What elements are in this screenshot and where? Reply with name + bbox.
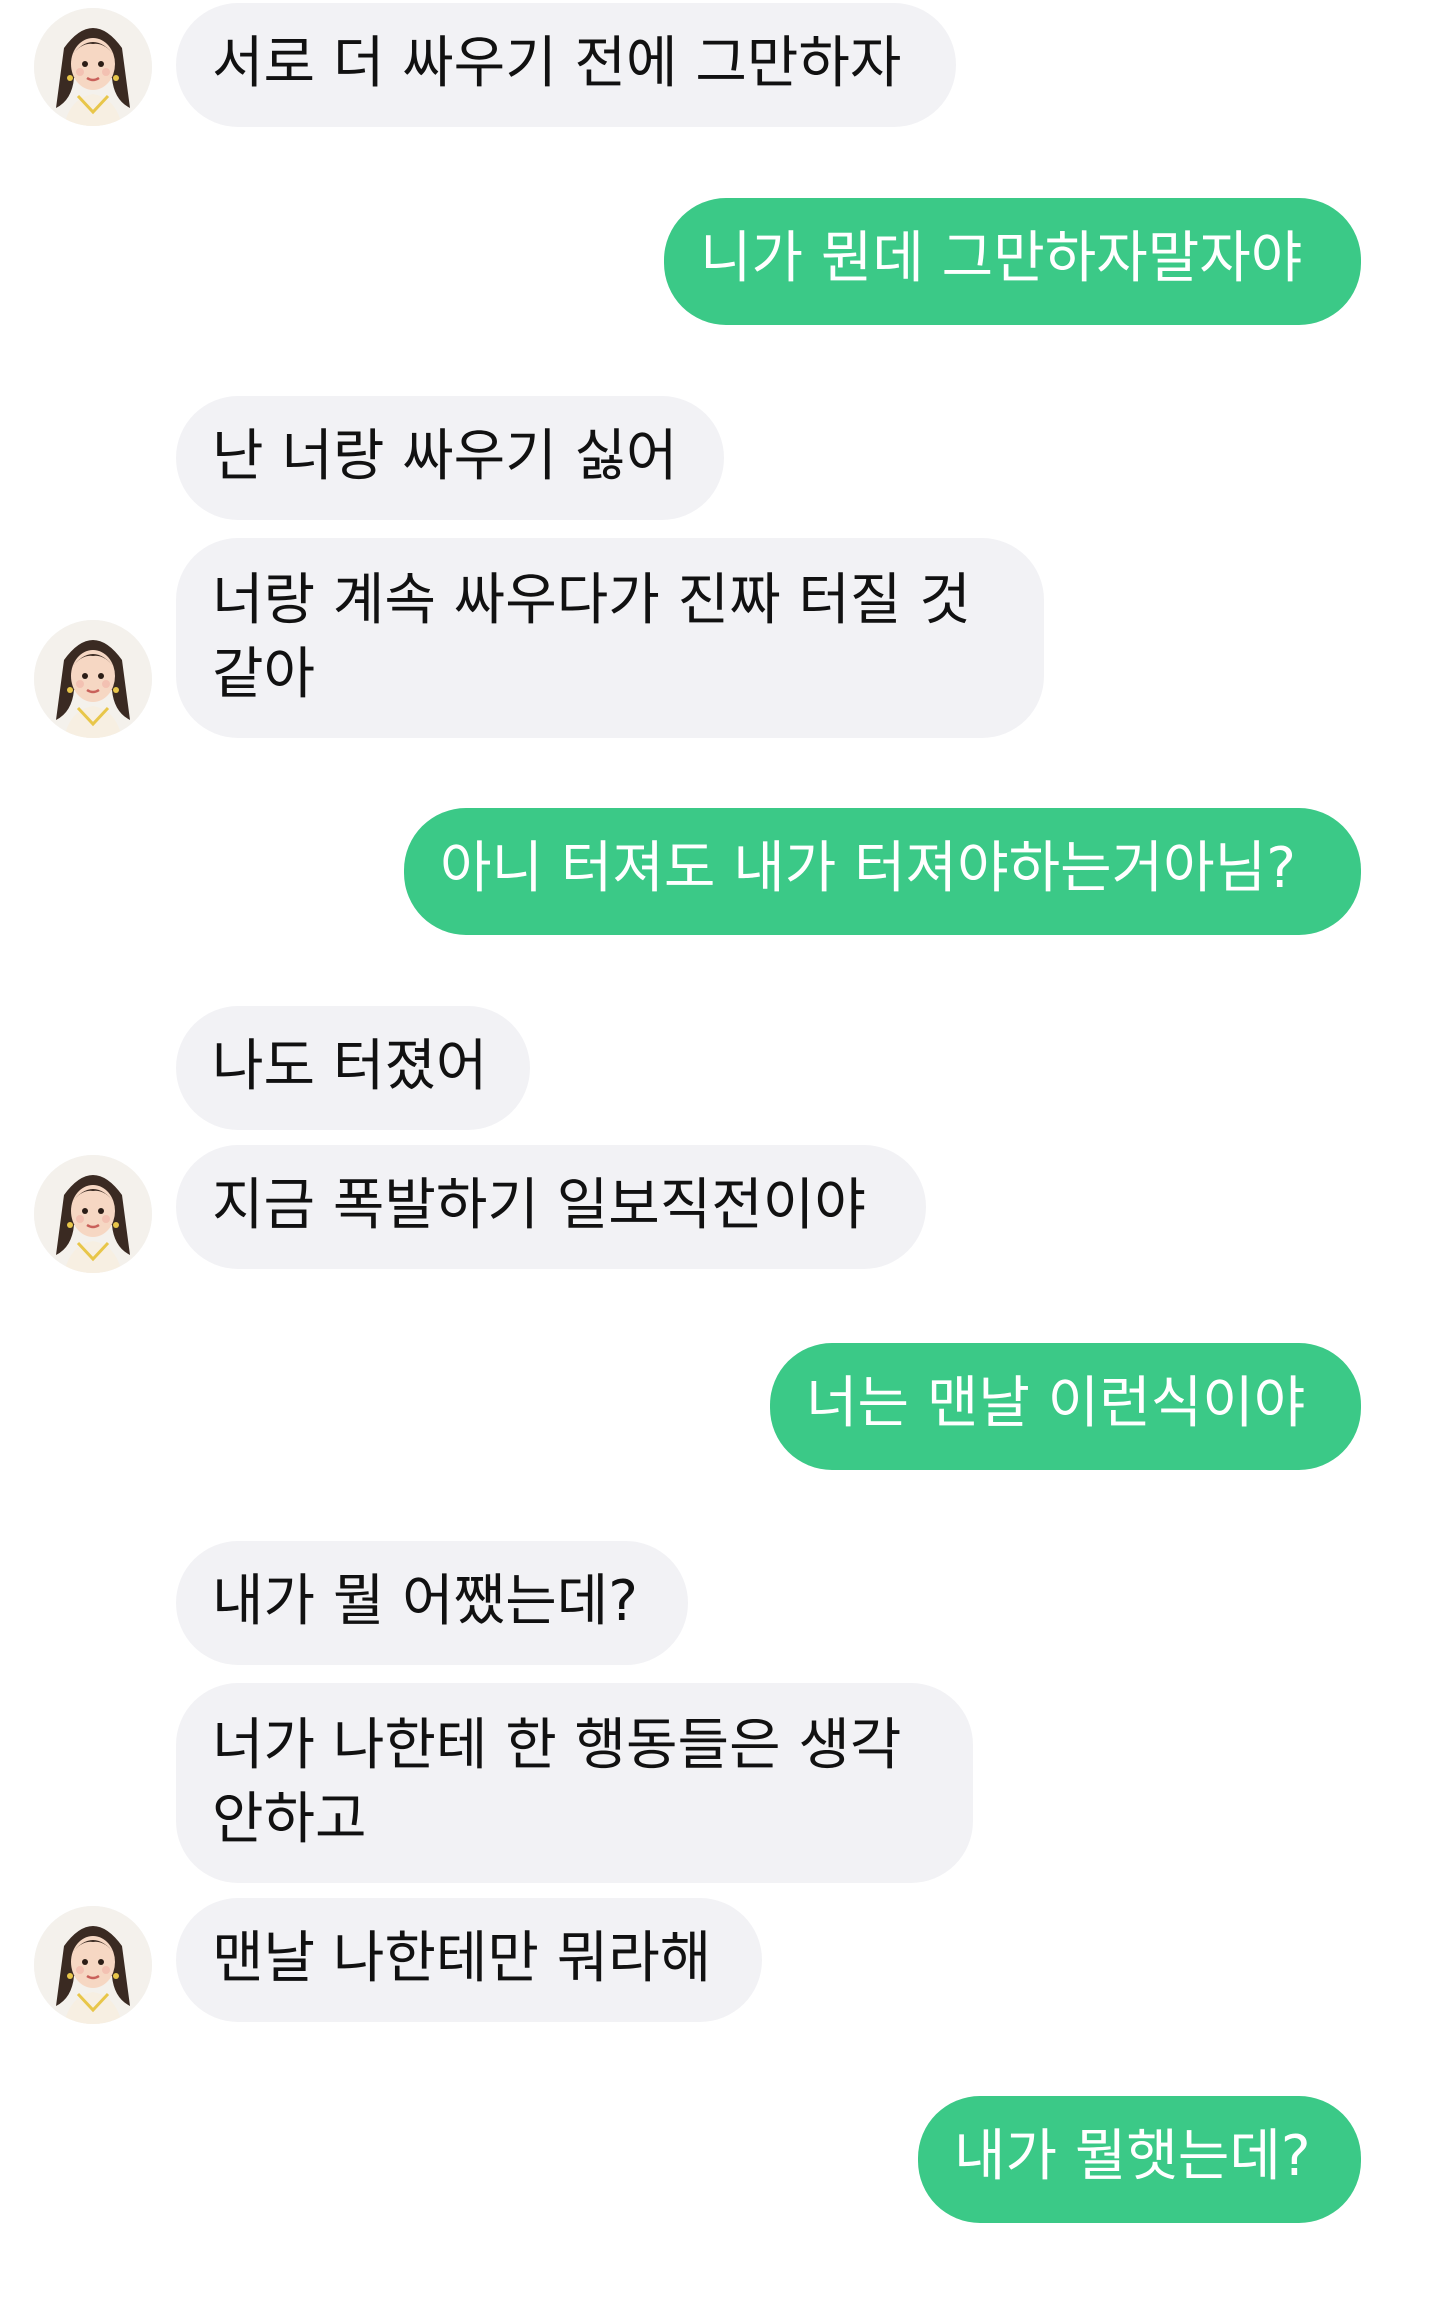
outgoing-message[interactable]: 아니 터져도 내가 터져야하는거아님? — [404, 808, 1361, 935]
girl-portrait-icon — [34, 8, 152, 126]
outgoing-message[interactable]: 너는 맨날 이런식이야 — [770, 1343, 1361, 1470]
outgoing-message[interactable]: 니가 뭔데 그만하자말자야 — [664, 198, 1361, 325]
incoming-message[interactable]: 지금 폭발하기 일보직전이야 — [176, 1145, 926, 1269]
incoming-message[interactable]: 난 너랑 싸우기 싫어 — [176, 396, 724, 520]
contact-avatar[interactable] — [34, 1155, 152, 1273]
contact-avatar[interactable] — [34, 8, 152, 126]
incoming-message[interactable]: 너랑 계속 싸우다가 진짜 터질 것 같아 — [176, 538, 1044, 738]
contact-avatar[interactable] — [34, 1906, 152, 2024]
outgoing-message[interactable]: 내가 뭘햇는데? — [918, 2096, 1361, 2223]
incoming-message[interactable]: 맨날 나한테만 뭐라해 — [176, 1898, 762, 2022]
girl-portrait-icon — [34, 1155, 152, 1273]
girl-portrait-icon — [34, 620, 152, 738]
contact-avatar[interactable] — [34, 620, 152, 738]
incoming-message[interactable]: 내가 뭘 어쨌는데? — [176, 1541, 688, 1665]
chat-thread: 서로 더 싸우기 전에 그만하자 니가 뭔데 그만하자말자야 난 너랑 싸우기 … — [0, 0, 1440, 2304]
girl-portrait-icon — [34, 1906, 152, 2024]
incoming-message[interactable]: 나도 터졌어 — [176, 1006, 530, 1130]
incoming-message[interactable]: 너가 나한테 한 행동들은 생각 안하고 — [176, 1683, 973, 1883]
incoming-message[interactable]: 서로 더 싸우기 전에 그만하자 — [176, 3, 956, 127]
